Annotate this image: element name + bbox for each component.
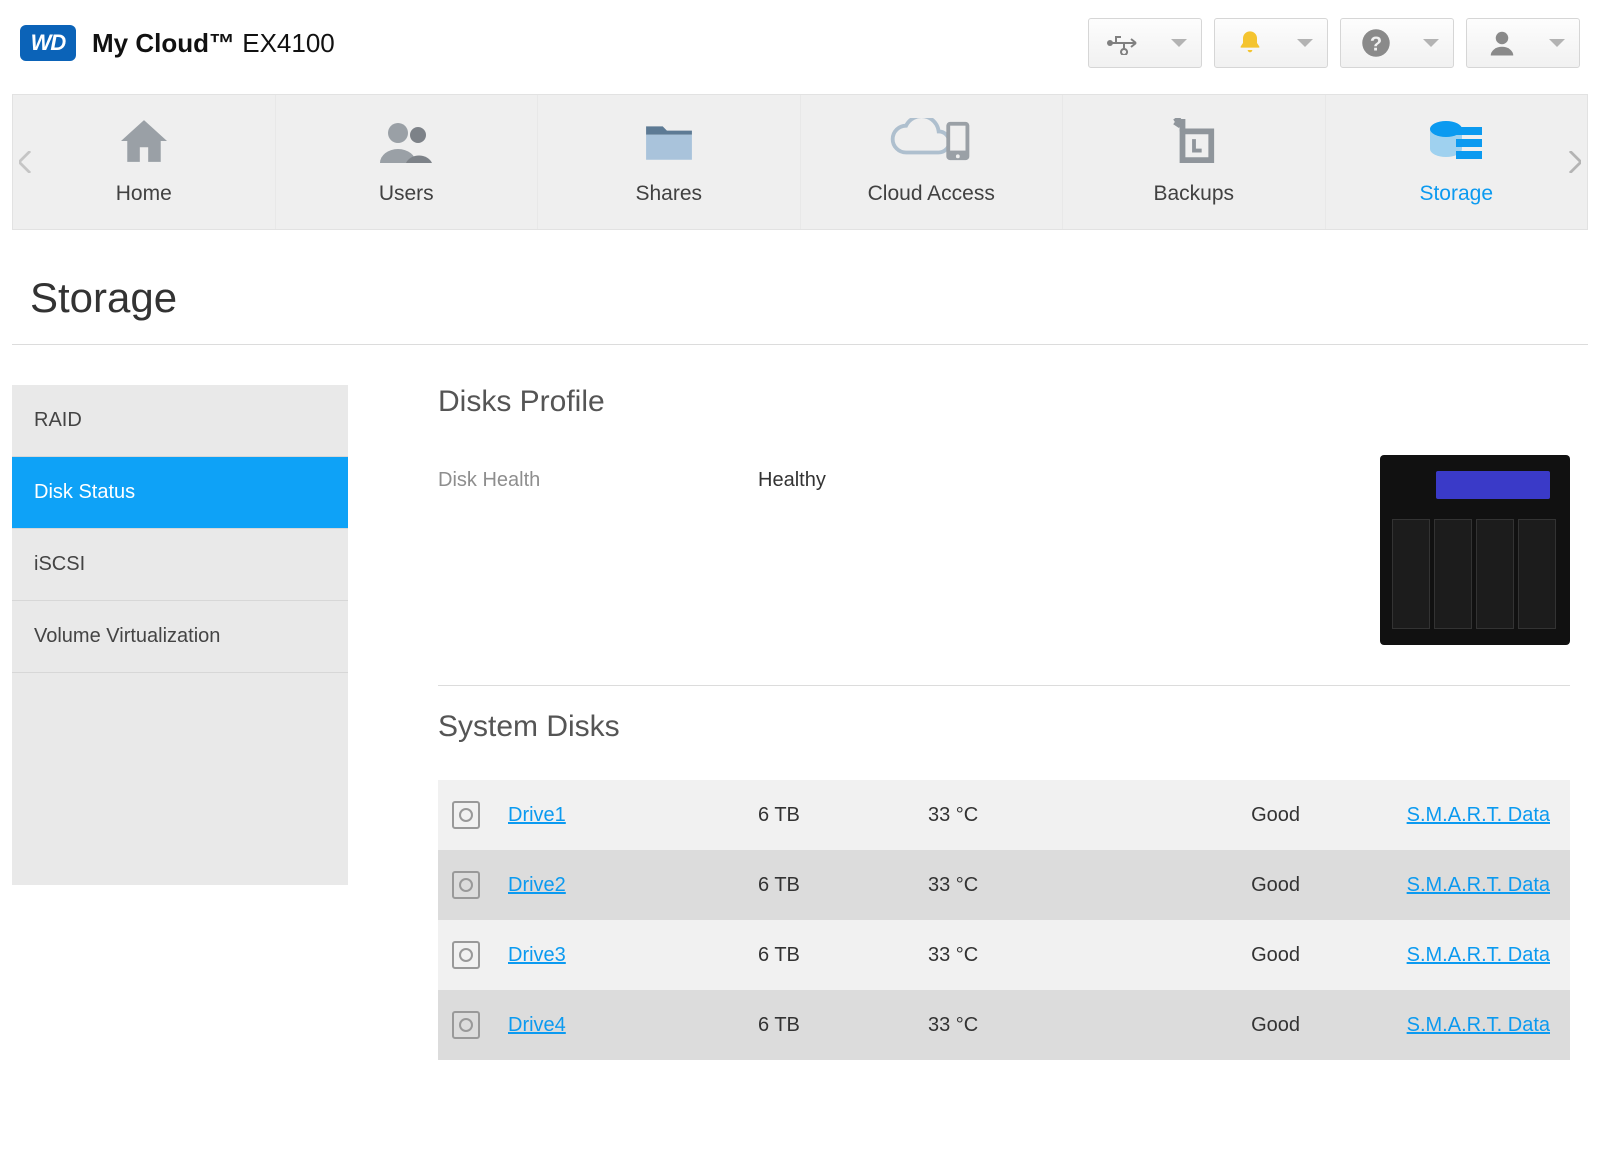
disk-icon xyxy=(452,871,480,899)
disk-icon xyxy=(452,801,480,829)
storage-icon xyxy=(1428,118,1484,164)
smart-data-link[interactable]: S.M.A.R.T. Data xyxy=(1407,874,1550,896)
drive-temp: 33 °C xyxy=(914,920,1154,990)
bell-icon xyxy=(1229,29,1271,57)
nav-home[interactable]: Home xyxy=(13,95,276,229)
drive-status: Good xyxy=(1154,780,1314,850)
storage-sidebar: RAID Disk Status iSCSI Volume Virtualiza… xyxy=(12,385,348,885)
svg-text:?: ? xyxy=(1370,34,1382,56)
drive-size: 6 TB xyxy=(744,850,914,920)
usb-button[interactable] xyxy=(1088,18,1202,68)
help-icon: ? xyxy=(1355,28,1397,58)
disk-health-row: Disk Health Healthy xyxy=(438,455,1570,686)
users-icon xyxy=(378,118,434,164)
smart-data-link[interactable]: S.M.A.R.T. Data xyxy=(1407,804,1550,826)
smart-data-link[interactable]: S.M.A.R.T. Data xyxy=(1407,944,1550,966)
product-name-strong: My Cloud™ xyxy=(92,28,235,58)
table-row: Drive1 6 TB 33 °C Good S.M.A.R.T. Data xyxy=(438,780,1570,850)
drive-size: 6 TB xyxy=(744,990,914,1060)
nav-label: Backups xyxy=(1153,182,1234,206)
nav-label: Users xyxy=(379,182,434,206)
system-disks-heading: System Disks xyxy=(438,710,1570,744)
drive-link[interactable]: Drive4 xyxy=(508,1014,566,1036)
drive-link[interactable]: Drive3 xyxy=(508,944,566,966)
page-title: Storage xyxy=(12,230,1588,345)
backup-icon xyxy=(1169,118,1219,164)
drive-temp: 33 °C xyxy=(914,990,1154,1060)
nav-label: Shares xyxy=(635,182,702,206)
user-button[interactable] xyxy=(1466,18,1580,68)
smart-data-link[interactable]: S.M.A.R.T. Data xyxy=(1407,1014,1550,1036)
sidebar-item-volume-virtualization[interactable]: Volume Virtualization xyxy=(12,601,348,673)
drive-size: 6 TB xyxy=(744,920,914,990)
wd-logo: WD xyxy=(20,25,76,61)
device-image xyxy=(1380,455,1570,645)
chevron-down-icon xyxy=(1297,39,1313,47)
home-icon xyxy=(118,118,170,164)
chevron-down-icon xyxy=(1423,39,1439,47)
chevron-down-icon xyxy=(1171,39,1187,47)
table-row: Drive2 6 TB 33 °C Good S.M.A.R.T. Data xyxy=(438,850,1570,920)
usb-icon xyxy=(1103,31,1145,55)
user-icon xyxy=(1481,28,1523,58)
drive-size: 6 TB xyxy=(744,780,914,850)
nav-users[interactable]: Users xyxy=(276,95,539,229)
notifications-button[interactable] xyxy=(1214,18,1328,68)
drive-status: Good xyxy=(1154,920,1314,990)
drive-status: Good xyxy=(1154,990,1314,1060)
nav-shares[interactable]: Shares xyxy=(538,95,801,229)
disk-health-value: Healthy xyxy=(758,455,1380,492)
cloud-device-icon xyxy=(888,118,974,164)
nav-cloud-access[interactable]: Cloud Access xyxy=(801,95,1064,229)
app-header: WD My Cloud™ EX4100 ? xyxy=(0,0,1600,94)
sidebar-item-disk-status[interactable]: Disk Status xyxy=(12,457,348,529)
sidebar-item-raid[interactable]: RAID xyxy=(12,385,348,457)
chevron-down-icon xyxy=(1549,39,1565,47)
drive-link[interactable]: Drive2 xyxy=(508,874,566,896)
table-row: Drive3 6 TB 33 °C Good S.M.A.R.T. Data xyxy=(438,920,1570,990)
main-nav: Home Users Shares Cloud Access Backups xyxy=(12,94,1588,230)
table-row: Drive4 6 TB 33 °C Good S.M.A.R.T. Data xyxy=(438,990,1570,1060)
main-content: Disks Profile Disk Health Healthy System… xyxy=(438,385,1588,1060)
help-button[interactable]: ? xyxy=(1340,18,1454,68)
product-name-model: EX4100 xyxy=(235,28,335,58)
nav-scroll-right[interactable] xyxy=(1560,94,1588,230)
sidebar-item-iscsi[interactable]: iSCSI xyxy=(12,529,348,601)
drive-temp: 33 °C xyxy=(914,850,1154,920)
nav-storage[interactable]: Storage xyxy=(1326,95,1588,229)
system-disks-table: Drive1 6 TB 33 °C Good S.M.A.R.T. Data D… xyxy=(438,780,1570,1060)
nav-backups[interactable]: Backups xyxy=(1063,95,1326,229)
disks-profile-heading: Disks Profile xyxy=(438,385,1570,419)
drive-status: Good xyxy=(1154,850,1314,920)
product-name: My Cloud™ EX4100 xyxy=(92,28,335,59)
nav-label: Cloud Access xyxy=(868,182,995,206)
drive-temp: 33 °C xyxy=(914,780,1154,850)
nav-label: Storage xyxy=(1419,182,1493,206)
nav-scroll-left[interactable] xyxy=(12,94,40,230)
disk-icon xyxy=(452,1011,480,1039)
main-nav-wrap: Home Users Shares Cloud Access Backups xyxy=(12,94,1588,230)
disk-health-label: Disk Health xyxy=(438,455,758,492)
drive-link[interactable]: Drive1 xyxy=(508,804,566,826)
folder-icon xyxy=(644,118,694,164)
nav-label: Home xyxy=(116,182,172,206)
header-actions: ? xyxy=(1088,18,1580,68)
disk-icon xyxy=(452,941,480,969)
